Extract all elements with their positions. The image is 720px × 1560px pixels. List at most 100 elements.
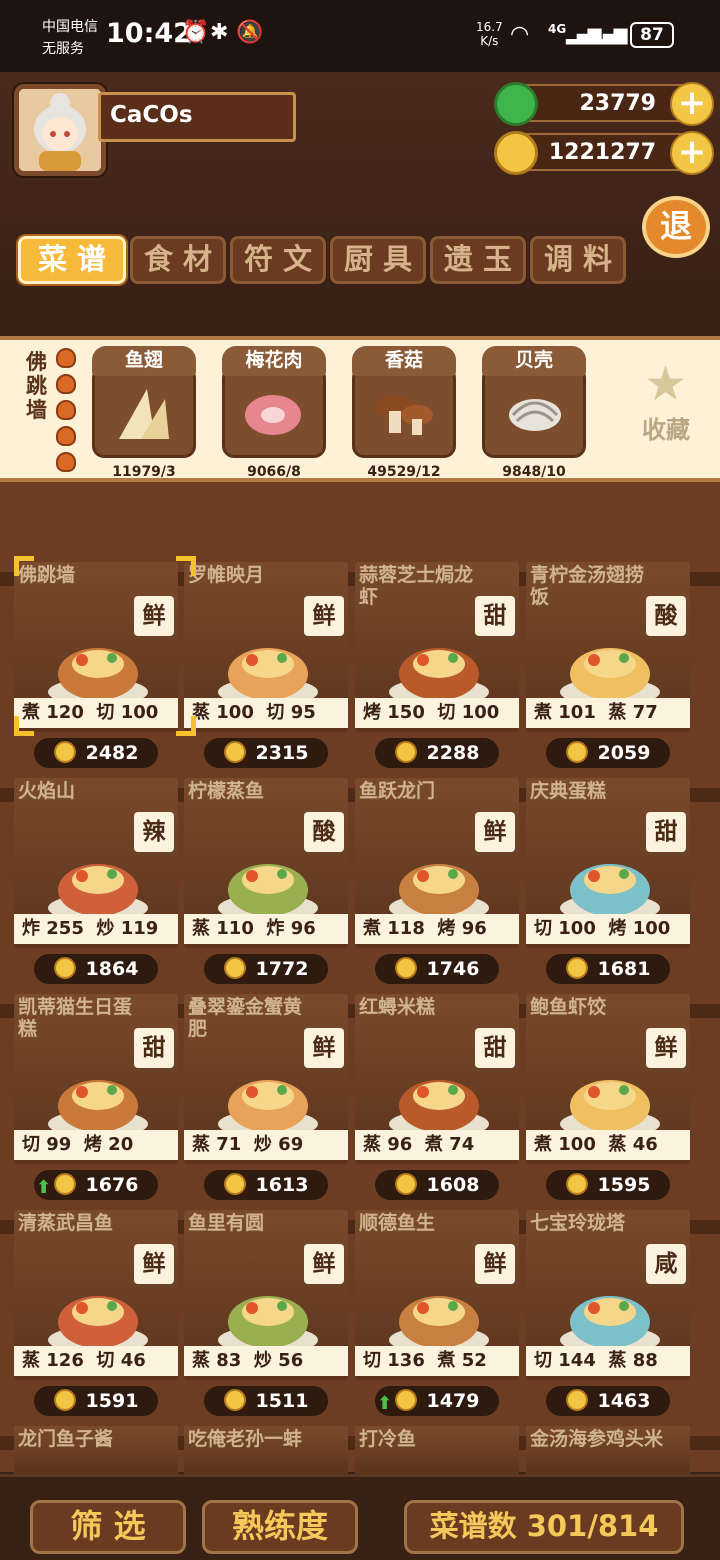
recipe-card[interactable]: 打冷鱼	[355, 1426, 519, 1474]
tab-recipes[interactable]: 菜谱	[18, 236, 126, 284]
star-icon[interactable]: ★	[644, 356, 687, 412]
ingredient-mushroom[interactable]: 香菇 49529/12	[352, 346, 456, 480]
jade-amount: 23779	[579, 91, 656, 116]
favorite-button[interactable]: 收藏	[642, 410, 690, 445]
shell-icon	[509, 399, 561, 431]
recipe-card[interactable]: 罗帷映月鲜蒸 100 切 95 2315	[184, 562, 348, 770]
recipe-price: 2315	[204, 738, 328, 768]
skill-name: 炸	[22, 918, 40, 939]
skill-value: 71	[216, 1134, 242, 1155]
recipe-card[interactable]: 凯蒂猫生日蛋糕甜切 99 烤 20 ⬆ 1676	[14, 994, 178, 1202]
skill-value: 69	[278, 1134, 304, 1155]
flavor-badge: 甜	[475, 1028, 515, 1068]
recipe-card[interactable]: 鲍鱼虾饺鲜煮 100 蒸 46 1595	[526, 994, 690, 1202]
flavor-badge: 鲜	[304, 1244, 344, 1284]
price-value: 1613	[255, 1174, 309, 1196]
net-speed: 16.7 K/s	[476, 20, 503, 48]
service-label: 无服务	[42, 41, 84, 57]
gold-coin-icon	[394, 741, 417, 763]
gold-coin-icon	[223, 741, 246, 763]
selection-corner	[176, 716, 196, 736]
recipe-card[interactable]: 金汤海参鸡头米	[526, 1426, 690, 1474]
skill-name: 切	[437, 702, 456, 723]
recipe-name: 青柠金汤翅捞饭	[530, 564, 645, 608]
price-value: 2059	[597, 742, 651, 764]
recipe-card[interactable]: 火焰山辣炸 255 炒 119 1864	[14, 778, 178, 986]
add-jade-button[interactable]: +	[670, 82, 714, 126]
skill-name: 切	[534, 1350, 552, 1371]
flavor-badge: 鲜	[134, 1244, 174, 1284]
gold-amount: 1221277	[548, 140, 656, 165]
recipe-name: 鱼跃龙门	[359, 780, 436, 802]
skill-value: 100	[461, 702, 500, 723]
add-gold-button[interactable]: +	[670, 131, 714, 175]
recipe-card[interactable]: 蒜蓉芝士焗龙虾甜烤 150 切 100 2288	[355, 562, 519, 770]
recipe-price: 1511	[204, 1386, 328, 1416]
proficiency-button[interactable]: 熟练度	[202, 1500, 358, 1554]
filter-button[interactable]: 筛 选	[30, 1500, 186, 1554]
recipe-price: ⬆ 1676	[34, 1170, 158, 1200]
recipe-count: 菜谱数 301/814	[404, 1500, 684, 1554]
recipe-card[interactable]: 庆典蛋糕甜切 100 烤 100 1681	[526, 778, 690, 986]
skill-value: 96	[387, 1134, 413, 1155]
recipe-card[interactable]: 鱼里有圆鲜蒸 83 炒 56 1511	[184, 1210, 348, 1418]
skill-value: 83	[216, 1350, 242, 1371]
skill-name: 切	[22, 1134, 40, 1155]
tab-ingredients[interactable]: 食材	[130, 236, 226, 284]
recipe-card[interactable]: 顺德鱼生鲜切 136 煮 52 ⬆ 1479	[355, 1210, 519, 1418]
recipe-card[interactable]: 龙门鱼子酱	[14, 1426, 178, 1474]
skill-value: 88	[632, 1350, 658, 1371]
ingredient-name: 香菇	[352, 346, 456, 376]
skill-name: 炒	[253, 1134, 272, 1155]
skill-value: 255	[46, 918, 84, 939]
recipe-card[interactable]: 青柠金汤翅捞饭酸煮 101 蒸 77 2059	[526, 562, 690, 770]
skill-name: 切	[96, 702, 115, 723]
recipe-card[interactable]: 七宝玲珑塔咸切 144 蒸 88 1463	[526, 1210, 690, 1418]
ingredient-slot	[482, 366, 586, 458]
recipe-price: 1864	[34, 954, 158, 984]
recipe-card[interactable]: 清蒸武昌鱼鲜蒸 126 切 46 1591	[14, 1210, 178, 1418]
skill-name: 炸	[266, 918, 285, 939]
recipe-price: 2482	[34, 738, 158, 768]
recipe-card[interactable]: 吃俺老孙一蚌	[184, 1426, 348, 1474]
recipe-name: 罗帷映月	[188, 564, 265, 586]
recipe-card[interactable]: 鱼跃龙门鲜煮 118 烤 96 1746	[355, 778, 519, 986]
skill-value: 100	[632, 918, 671, 939]
ingredient-shell[interactable]: 贝壳 9848/10	[482, 346, 586, 480]
exit-button[interactable]: 退	[642, 196, 710, 258]
price-value: 1864	[85, 958, 139, 980]
recipe-name: 叠翠鎏金蟹黄肥	[188, 996, 303, 1040]
recipe-card[interactable]: 叠翠鎏金蟹黄肥鲜蒸 71 炒 69 1613	[184, 994, 348, 1202]
recipe-card[interactable]: 柠檬蒸鱼酸蒸 110 炸 96 1772	[184, 778, 348, 986]
skill-value: 96	[461, 918, 487, 939]
avatar[interactable]	[14, 84, 106, 176]
avatar-portrait	[19, 89, 101, 171]
jade-icon	[494, 82, 538, 126]
ingredient-name: 鱼翅	[92, 346, 196, 376]
skill-value: 144	[558, 1350, 596, 1371]
skill-name: 蒸	[363, 1134, 381, 1155]
jade-currency: 23779 +	[494, 82, 714, 126]
skill-name: 蒸	[608, 1134, 627, 1155]
tab-seasonings[interactable]: 调料	[530, 236, 626, 284]
skill-name: 烤	[83, 1134, 102, 1155]
gold-coin-icon	[223, 1173, 246, 1195]
tab-cookware[interactable]: 厨具	[330, 236, 426, 284]
flavor-badge: 鲜	[304, 1028, 344, 1068]
selection-corner	[14, 716, 34, 736]
ingredient-shark-fin[interactable]: 鱼翅 11979/3	[92, 346, 196, 480]
price-value: 1681	[597, 958, 651, 980]
recipe-name: 红蟳米糕	[359, 996, 436, 1018]
ingredient-pork-shoulder[interactable]: 梅花肉 9066/8	[222, 346, 326, 480]
skill-value: 99	[46, 1134, 72, 1155]
flame-icon	[56, 400, 76, 420]
recipe-card[interactable]: 红蟳米糕甜蒸 96 煮 74 1608	[355, 994, 519, 1202]
price-value: 1511	[255, 1390, 309, 1412]
flavor-badge: 鲜	[304, 596, 344, 636]
recipe-card[interactable]: 佛跳墙鲜煮 120 切 100 2482	[14, 562, 178, 770]
tab-relics[interactable]: 遗玉	[430, 236, 526, 284]
skill-name: 煮	[424, 1134, 443, 1155]
skill-value: 120	[46, 702, 84, 723]
tab-runes[interactable]: 符文	[230, 236, 326, 284]
skill-name: 蒸	[608, 1350, 627, 1371]
